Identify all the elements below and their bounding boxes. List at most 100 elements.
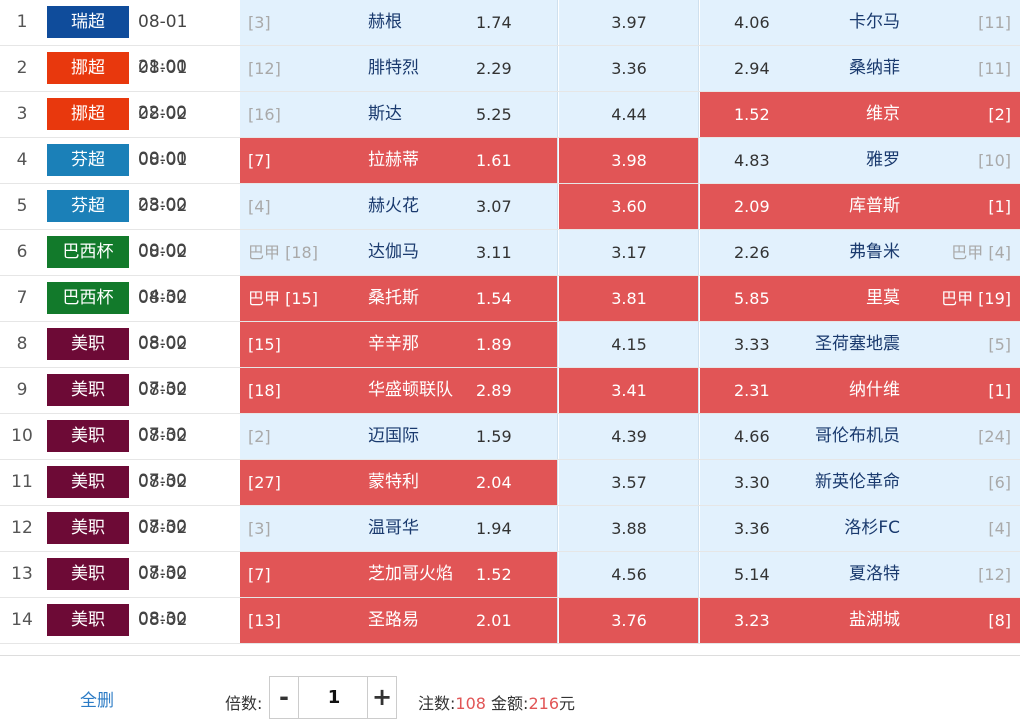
- match-index: 11: [11, 472, 33, 492]
- draw-option[interactable]: 3.98: [559, 138, 699, 183]
- home-win-option[interactable]: [13] 圣路易 2.01: [240, 598, 558, 643]
- draw-option[interactable]: 3.81: [559, 276, 699, 321]
- draw-option[interactable]: 4.15: [559, 322, 699, 367]
- draw-option[interactable]: 4.56: [559, 552, 699, 597]
- league-badge: 芬超: [47, 144, 129, 176]
- away-win-odds: 2.31: [734, 381, 770, 400]
- away-win-odds: 4.66: [734, 427, 770, 446]
- draw-odds: 3.88: [611, 519, 647, 538]
- multiplier-stepper: - +: [269, 676, 397, 719]
- home-team-name: 桑托斯: [368, 288, 419, 308]
- match-time: 08-02 07:30: [138, 472, 188, 537]
- draw-option[interactable]: 4.44: [559, 92, 699, 137]
- home-win-option[interactable]: [15] 辛辛那 1.89: [240, 322, 558, 367]
- away-win-option[interactable]: 1.52 维京 [2]: [700, 92, 1020, 137]
- draw-option[interactable]: 3.97: [559, 0, 699, 45]
- clear-all-button[interactable]: 全删: [80, 686, 114, 711]
- home-win-odds: 2.04: [476, 473, 512, 492]
- draw-odds: 3.76: [611, 611, 647, 630]
- home-team-name: 拉赫蒂: [368, 150, 419, 170]
- amount-label: 金额:: [491, 694, 529, 713]
- multiplier-input[interactable]: [299, 677, 369, 718]
- home-win-option[interactable]: [7] 拉赫蒂 1.61: [240, 138, 558, 183]
- home-team-name: 斯达: [368, 104, 402, 124]
- increase-multiplier-button[interactable]: +: [367, 677, 396, 718]
- bet-summary: 注数:108 金额:216元: [418, 690, 575, 714]
- match-time: 08-02 07:30: [138, 334, 188, 399]
- away-team-rank: 巴甲 [4]: [951, 243, 1011, 262]
- away-win-odds: 2.94: [734, 59, 770, 78]
- away-win-option[interactable]: 3.23 盐湖城 [8]: [700, 598, 1020, 643]
- away-team-name: 桑纳菲: [849, 58, 900, 78]
- away-team-name: 纳什维: [849, 380, 900, 400]
- match-row: 3 挪超 08-02 00:00 [16] 斯达 5.25 4.44 1.52 维京 [2]: [0, 92, 1020, 169]
- home-team-name: 达伽马: [368, 242, 419, 262]
- away-team-name: 弗鲁米: [849, 242, 900, 262]
- away-win-option[interactable]: 3.33 圣荷塞地震 [5]: [700, 322, 1020, 367]
- match-row: 9 美职 08-02 07:30 [18] 华盛顿联队 2.89 3.41 2.31 纳什维 [1…: [0, 368, 1020, 445]
- home-win-option[interactable]: [27] 蒙特利 2.04: [240, 460, 558, 505]
- away-team-name: 盐湖城: [849, 610, 900, 630]
- match-index: 8: [16, 334, 28, 354]
- draw-odds: 3.60: [611, 197, 647, 216]
- home-win-option[interactable]: [3] 温哥华 1.94: [240, 506, 558, 551]
- draw-option[interactable]: 3.76: [559, 598, 699, 643]
- home-win-odds: 1.52: [476, 565, 512, 584]
- away-win-option[interactable]: 4.06 卡尔马 [11]: [700, 0, 1020, 45]
- away-win-option[interactable]: 5.85 里莫 巴甲 [19]: [700, 276, 1020, 321]
- home-team-name: 蒙特利: [368, 472, 419, 492]
- home-win-option[interactable]: [12] 腓特烈 2.29: [240, 46, 558, 91]
- match-time: 08-02 04:30: [138, 242, 188, 307]
- away-team-name: 里莫: [866, 288, 900, 308]
- match-time: 08-02 07:30: [138, 426, 188, 491]
- away-win-option[interactable]: 3.36 洛杉FC [4]: [700, 506, 1020, 551]
- home-team-rank: 巴甲 [18]: [248, 243, 318, 262]
- away-win-option[interactable]: 4.83 雅罗 [10]: [700, 138, 1020, 183]
- draw-option[interactable]: 3.17: [559, 230, 699, 275]
- away-win-option[interactable]: 5.14 夏洛特 [12]: [700, 552, 1020, 597]
- home-win-odds: 2.29: [476, 59, 512, 78]
- home-win-option[interactable]: [4] 赫火花 3.07: [240, 184, 558, 229]
- away-win-odds: 2.26: [734, 243, 770, 262]
- draw-odds: 3.97: [611, 13, 647, 32]
- away-win-option[interactable]: 2.26 弗鲁米 巴甲 [4]: [700, 230, 1020, 275]
- away-win-option[interactable]: 4.66 哥伦布机员 [24]: [700, 414, 1020, 459]
- match-index: 2: [16, 58, 28, 78]
- home-win-odds: 3.07: [476, 197, 512, 216]
- draw-option[interactable]: 3.88: [559, 506, 699, 551]
- draw-odds: 4.44: [611, 105, 647, 124]
- away-team-rank: [1]: [988, 381, 1011, 400]
- away-win-option[interactable]: 2.94 桑纳菲 [11]: [700, 46, 1020, 91]
- home-win-odds: 1.61: [476, 151, 512, 170]
- match-row: 14 美职 08-02 08:30 [13] 圣路易 2.01 3.76 3.23 盐湖城 [8]: [0, 598, 1020, 675]
- league-badge: 巴西杯: [47, 236, 129, 268]
- league-badge: 美职: [47, 466, 129, 498]
- home-win-option[interactable]: [3] 赫根 1.74: [240, 0, 558, 45]
- home-team-rank: [4]: [248, 197, 271, 216]
- home-win-option[interactable]: [7] 芝加哥火焰 1.52: [240, 552, 558, 597]
- away-win-option[interactable]: 3.30 新英伦革命 [6]: [700, 460, 1020, 505]
- away-win-option[interactable]: 2.31 纳什维 [1]: [700, 368, 1020, 413]
- home-win-option[interactable]: [16] 斯达 5.25: [240, 92, 558, 137]
- home-win-odds: 3.11: [476, 243, 512, 262]
- home-win-option[interactable]: 巴甲 [15] 桑托斯 1.54: [240, 276, 558, 321]
- draw-option[interactable]: 4.39: [559, 414, 699, 459]
- home-win-option[interactable]: 巴甲 [18] 达伽马 3.11: [240, 230, 558, 275]
- away-team-name: 夏洛特: [849, 564, 900, 584]
- home-team-rank: [3]: [248, 13, 271, 32]
- draw-option[interactable]: 3.57: [559, 460, 699, 505]
- home-win-option[interactable]: [2] 迈国际 1.59: [240, 414, 558, 459]
- away-win-option[interactable]: 2.09 库普斯 [1]: [700, 184, 1020, 229]
- home-team-rank: [7]: [248, 151, 271, 170]
- draw-option[interactable]: 3.41: [559, 368, 699, 413]
- match-index: 9: [16, 380, 28, 400]
- draw-option[interactable]: 3.36: [559, 46, 699, 91]
- draw-option[interactable]: 3.60: [559, 184, 699, 229]
- match-time: 08-02 07:30: [138, 518, 188, 583]
- home-win-option[interactable]: [18] 华盛顿联队 2.89: [240, 368, 558, 413]
- home-team-name: 温哥华: [368, 518, 419, 538]
- decrease-multiplier-button[interactable]: -: [270, 677, 299, 718]
- home-team-rank: 巴甲 [15]: [248, 289, 318, 308]
- match-index: 6: [16, 242, 28, 262]
- bet-footer: 全删 倍数: - + 注数:108 金额:216元: [0, 655, 1020, 721]
